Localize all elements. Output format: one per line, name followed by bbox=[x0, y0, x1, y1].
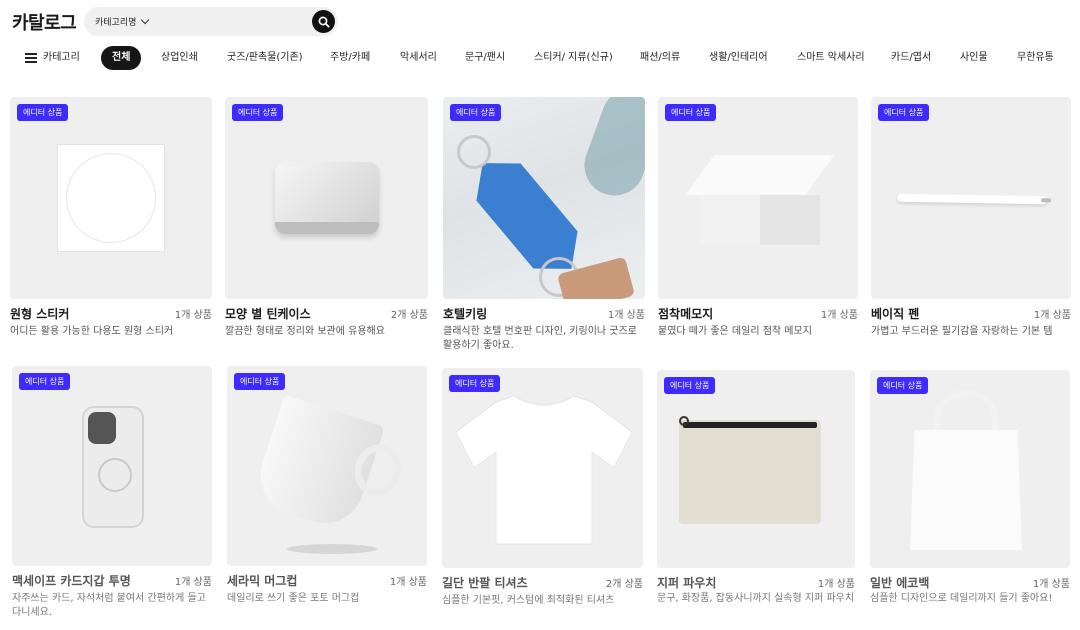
nav-item-fashion[interactable]: 패션/의류 bbox=[640, 46, 680, 70]
nav-item-accessory[interactable]: 악세서리 bbox=[400, 46, 437, 70]
product-count: 1개 상품 bbox=[174, 310, 212, 321]
nav-item-commercial-print[interactable]: 상업인쇄 bbox=[161, 46, 198, 70]
product-image[interactable]: 에디터 상품 bbox=[657, 370, 855, 568]
product-desc: 클래식한 호텔 번호판 디자인, 키링이나 굿즈로 활용하기 좋아요. bbox=[443, 326, 637, 351]
nav-item-card[interactable]: 카드/엽서 bbox=[891, 46, 931, 70]
nav-item-stationery[interactable]: 문구/팬시 bbox=[465, 46, 505, 70]
search-button[interactable] bbox=[312, 10, 335, 33]
product-image[interactable]: 에디터 상품 bbox=[10, 97, 212, 299]
nav-category-menu[interactable]: 카테고리 bbox=[43, 46, 80, 70]
editor-badge: 에디터 상품 bbox=[450, 104, 502, 121]
product-count: 1개 상품 bbox=[1032, 579, 1070, 590]
product-name[interactable]: 원형 스티커 bbox=[10, 305, 69, 322]
product-count: 1개 상품 bbox=[820, 310, 858, 321]
product-desc: 심플한 디자인으로 데일리까지 들기 좋아요! bbox=[870, 593, 1053, 604]
product-card[interactable]: 에디터 상품 세라믹 머그컵 1개 상품 데일리로 쓰기 좋은 포토 머그컵 bbox=[227, 366, 427, 616]
chevron-down-icon bbox=[141, 15, 150, 25]
page-logo[interactable]: 카탈로그 bbox=[12, 9, 77, 35]
product-image[interactable]: 에디터 상품 bbox=[658, 97, 858, 299]
product-name[interactable]: 점착메모지 bbox=[658, 305, 713, 322]
product-desc: 어디든 활용 가능한 다용도 원형 스티커 bbox=[10, 326, 174, 337]
product-count: 2개 상품 bbox=[390, 310, 428, 321]
memo-cube bbox=[685, 145, 835, 255]
search-icon bbox=[318, 16, 330, 28]
product-name[interactable]: 지퍼 파우치 bbox=[657, 574, 716, 591]
product-count: 1개 상품 bbox=[174, 577, 212, 588]
product-desc: 심플한 기본핏, 커스텀에 최적화된 티셔츠 bbox=[442, 595, 615, 606]
key-ring-metal bbox=[457, 135, 491, 169]
product-desc: 데일리로 쓰기 좋은 포토 머그컵 bbox=[227, 593, 360, 604]
header: 카탈로그 카테고리명 bbox=[0, 0, 1080, 42]
nav-item-all[interactable]: 전체 bbox=[101, 46, 142, 70]
nav-item-sticker[interactable]: 스티커/ 지류(신규) bbox=[534, 46, 613, 70]
nav-item-living[interactable]: 생활/인테리어 bbox=[709, 46, 768, 70]
nav-item-sign[interactable]: 사인물 bbox=[960, 46, 988, 70]
product-name[interactable]: 베이직 펜 bbox=[871, 305, 919, 322]
editor-badge: 에디터 상품 bbox=[665, 104, 717, 121]
zipper-pouch bbox=[679, 416, 821, 524]
product-card[interactable]: 에디터 상품 길단 반팔 티셔츠 2개 상품 심플한 기본핏, 커스텀에 최적화… bbox=[442, 368, 643, 618]
category-select[interactable]: 카테고리명 bbox=[95, 15, 150, 28]
category-nav: 카테고리 전체 상업인쇄 굿즈/판촉물(기존) 주방/카페 악세서리 문구/팬시… bbox=[0, 46, 1080, 74]
product-card[interactable]: 에디터 상품 호텔키링 1개 상품 클래식한 호텔 번호판 디자인, 키링이나 … bbox=[443, 97, 645, 359]
product-image[interactable]: 에디터 상품 bbox=[227, 366, 427, 566]
product-count: 1개 상품 bbox=[607, 310, 645, 321]
eco-bag bbox=[910, 430, 1022, 550]
editor-badge: 에디터 상품 bbox=[17, 104, 69, 121]
product-desc: 깔끔한 형태로 정리와 보관에 유용해요 bbox=[225, 326, 385, 337]
editor-badge: 에디터 상품 bbox=[664, 377, 716, 394]
editor-badge: 에디터 상품 bbox=[878, 104, 930, 121]
editor-badge: 에디터 상품 bbox=[449, 375, 501, 392]
nav-item-goods[interactable]: 굿즈/판촉물(기존) bbox=[227, 46, 303, 70]
editor-badge: 에디터 상품 bbox=[877, 377, 929, 394]
product-name[interactable]: 맥세이프 카드지갑 투명 bbox=[12, 572, 131, 589]
product-desc: 가볍고 부드러운 필기감을 자랑하는 기본 템 bbox=[871, 326, 1053, 337]
product-image[interactable]: 에디터 상품 bbox=[12, 366, 212, 566]
product-image[interactable]: 에디터 상품 bbox=[225, 97, 428, 299]
editor-badge: 에디터 상품 bbox=[234, 373, 286, 390]
mug-shadow bbox=[287, 544, 377, 554]
product-card[interactable]: 에디터 상품 맥세이프 카드지갑 투명 1개 상품 자주쓰는 카드, 자석처럼 … bbox=[12, 366, 212, 628]
product-image[interactable]: 에디터 상품 bbox=[870, 370, 1070, 568]
category-select-label: 카테고리명 bbox=[95, 18, 137, 28]
product-count: 1개 상품 bbox=[389, 577, 427, 588]
tin-case bbox=[275, 162, 379, 234]
product-desc: 자주쓰는 카드, 자석처럼 붙여서 간편하게 들고 다니세요. bbox=[12, 593, 206, 618]
hamburger-icon[interactable] bbox=[25, 53, 37, 63]
product-desc: 붙였다 떼가 좋은 데일리 점착 메모지 bbox=[658, 326, 812, 337]
product-count: 1개 상품 bbox=[1033, 310, 1071, 321]
product-count: 1개 상품 bbox=[817, 579, 855, 590]
pen bbox=[896, 193, 1052, 205]
product-name[interactable]: 길단 반팔 티셔츠 bbox=[442, 574, 528, 591]
phone-case bbox=[82, 406, 144, 528]
editor-badge: 에디터 상품 bbox=[232, 104, 284, 121]
keyring-teal bbox=[575, 97, 645, 204]
nav-item-smart-accessory[interactable]: 스마트 악세사리 bbox=[797, 46, 865, 70]
nav-item-unlimited[interactable]: 무한유통 bbox=[1017, 46, 1054, 70]
sticker-sheet bbox=[57, 144, 165, 252]
product-name[interactable]: 모양 별 틴케이스 bbox=[225, 305, 311, 322]
product-image[interactable]: 에디터 상품 bbox=[871, 97, 1071, 299]
product-card[interactable]: 에디터 상품 원형 스티커 1개 상품 어디든 활용 가능한 다용도 원형 스티… bbox=[10, 97, 212, 347]
product-card[interactable]: 에디터 상품 베이직 펜 1개 상품 가볍고 부드러운 필기감을 자랑하는 기본… bbox=[871, 97, 1071, 347]
product-card[interactable]: 에디터 상품 지퍼 파우치 1개 상품 문구, 화장품, 잡동사니까지 실속형 … bbox=[657, 370, 855, 620]
product-name[interactable]: 일반 에코백 bbox=[870, 574, 929, 591]
product-desc: 문구, 화장품, 잡동사니까지 실속형 지퍼 파우치 bbox=[657, 593, 855, 604]
product-card[interactable]: 에디터 상품 점착메모지 1개 상품 붙였다 떼가 좋은 데일리 점착 메모지 bbox=[658, 97, 858, 347]
product-image[interactable]: 에디터 상품 bbox=[442, 368, 643, 568]
nav-item-kitchen[interactable]: 주방/카페 bbox=[330, 46, 370, 70]
product-count: 2개 상품 bbox=[605, 579, 643, 590]
product-name[interactable]: 세라믹 머그컵 bbox=[227, 572, 297, 589]
product-card[interactable]: 에디터 상품 일반 에코백 1개 상품 심플한 디자인으로 데일리까지 들기 좋… bbox=[870, 370, 1070, 620]
tshirt bbox=[456, 395, 632, 545]
search-bar[interactable]: 카테고리명 bbox=[84, 7, 338, 36]
product-card[interactable]: 에디터 상품 모양 별 틴케이스 2개 상품 깔끔한 형태로 정리와 보관에 유… bbox=[225, 97, 428, 347]
product-name[interactable]: 호텔키링 bbox=[443, 305, 487, 322]
product-image[interactable]: 에디터 상품 bbox=[443, 97, 645, 299]
editor-badge: 에디터 상품 bbox=[19, 373, 71, 390]
